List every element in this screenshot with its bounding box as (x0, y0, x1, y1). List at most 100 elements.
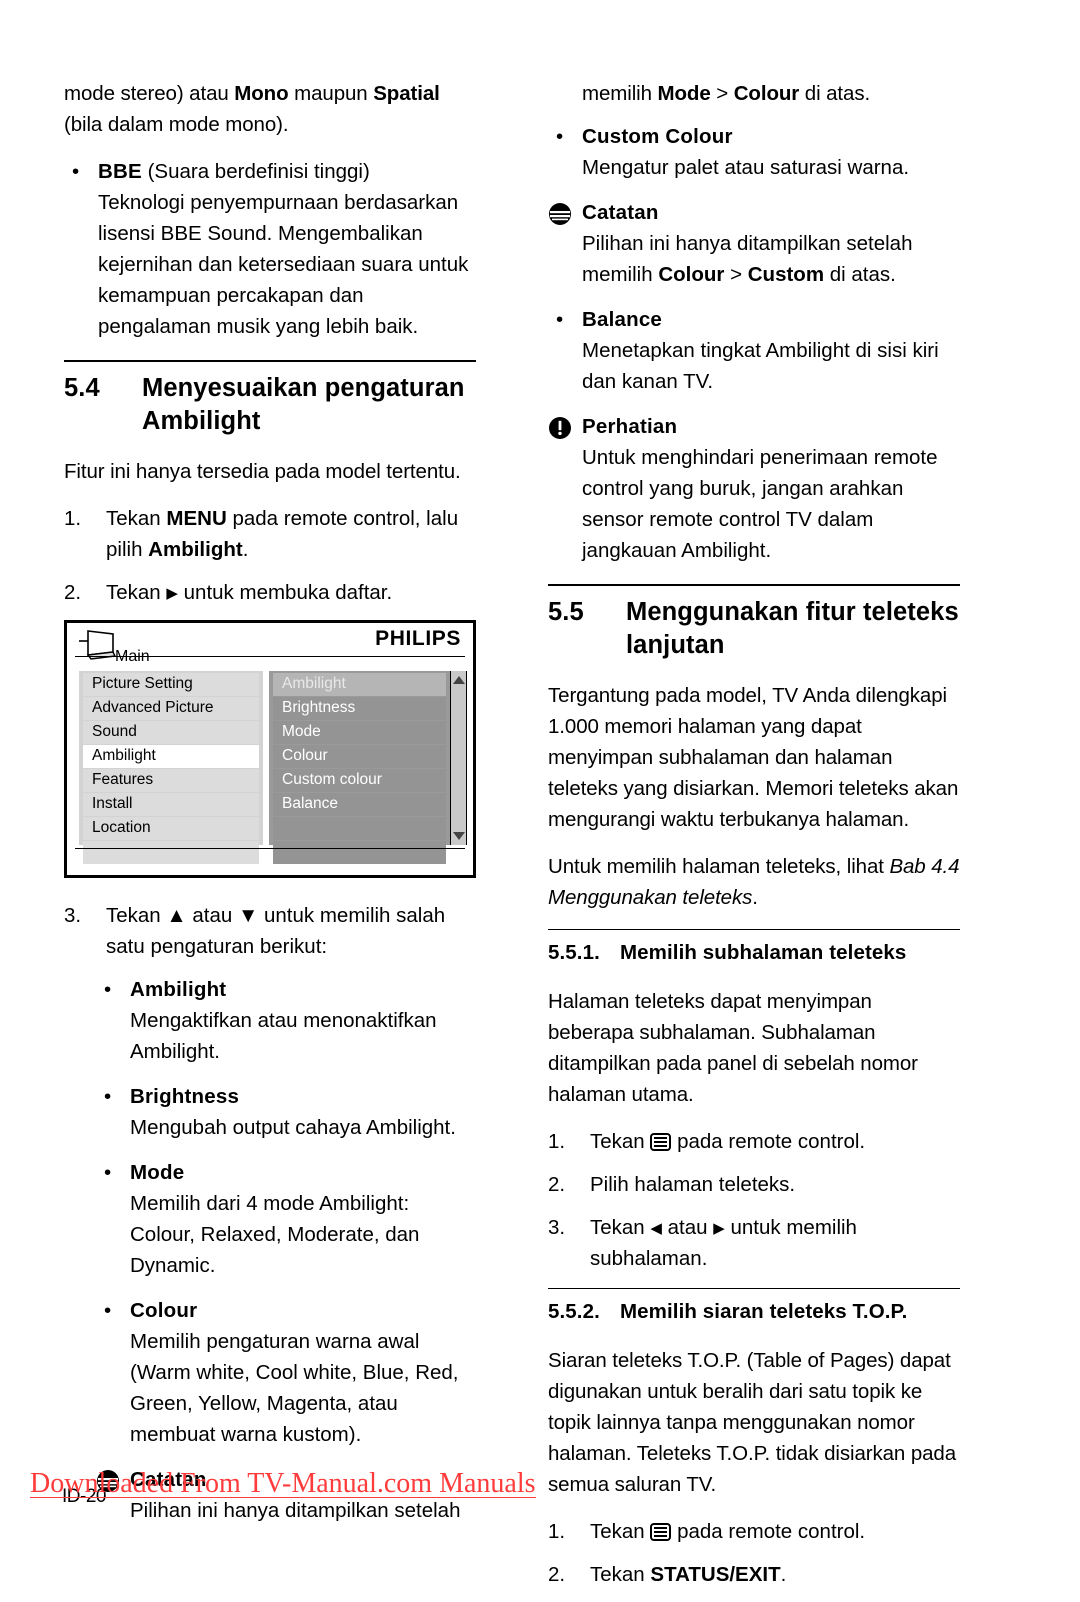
note-title: Catatan (582, 201, 659, 224)
osd-left-item-selected[interactable]: Ambilight (83, 745, 259, 768)
subsection-number: 5.5.2. (548, 1300, 600, 1323)
note-icon (549, 203, 571, 225)
osd-footer-bar (75, 848, 465, 870)
osd-left-item[interactable]: Sound (83, 721, 259, 744)
osd-right-item-empty (273, 817, 446, 840)
cont-bold-mono: Mono (234, 82, 289, 105)
osd-left-item[interactable]: Picture Setting (83, 673, 259, 696)
osd-right-item[interactable]: Balance (273, 793, 446, 816)
watermark-underline (30, 1497, 536, 1498)
setting-body: Mengubah output cahaya Ambilight. (130, 1116, 456, 1139)
setting-title: Ambilight (130, 978, 227, 1001)
bbe-body: Teknologi penyempurnaan berdasarkan lise… (98, 191, 469, 338)
settings-bullet-list: • Ambilight Mengaktifkan atau menonaktif… (64, 974, 476, 1526)
setting-balance: • Balance Menetapkan tingkat Ambilight d… (548, 304, 960, 397)
osd-right-item[interactable]: Custom colour (273, 769, 446, 792)
note-bold-custom: Custom (747, 263, 825, 286)
left-column: mode stereo) atau Mono maupun Spatial (b… (64, 78, 476, 1540)
bbe-bullet-block: • BBE (Suara berdefinisi tinggi) Teknolog… (64, 156, 476, 342)
osd-left-item[interactable]: Location (83, 817, 259, 840)
caution-block: Perhatian Untuk menghindari penerimaan r… (548, 411, 960, 566)
step-pre: Tekan (590, 1216, 651, 1239)
manual-page: mode stereo) atau Mono maupun Spatial (b… (0, 0, 1080, 1586)
bullet-dot-icon: • (104, 1161, 112, 1184)
step-1: 1. Tekan pada remote control. (548, 1126, 960, 1157)
step-post: pada remote control. (671, 1520, 866, 1543)
watermark-text: Downloaded From TV-Manual.com Manuals (30, 1468, 536, 1499)
step-number: 3. (64, 904, 82, 927)
setting-title: Mode (130, 1161, 185, 1184)
notecont-pre: memilih (582, 82, 658, 105)
step-3: 3. Tekan ◀ atau ▶ untuk memilih subhalama… (548, 1212, 960, 1274)
setting-title: Custom Colour (582, 125, 733, 148)
bullet-dot-icon: • (104, 1299, 112, 1322)
note-bold-colour: Colour (658, 263, 725, 286)
setting-brightness: • Brightness Mengubah output cahaya Ambi… (96, 1081, 476, 1143)
right-arrow-icon: ▶ (166, 585, 178, 602)
section-heading-55: 5.5 Menggunakan fitur teleteks lanjutan (548, 596, 960, 662)
bullet-dot-icon: • (72, 160, 80, 183)
step-number: 2. (548, 1563, 566, 1586)
step-pre: Tekan (590, 1520, 651, 1543)
osd-right-menu: Ambilight Brightness Mode Colour Custom … (269, 671, 450, 864)
caution-icon (549, 417, 571, 439)
scroll-down-arrow-icon[interactable] (452, 832, 465, 840)
osd-right-item[interactable]: Brightness (273, 697, 446, 720)
up-arrow-icon: ▲ (166, 904, 187, 927)
step-number: 2. (64, 581, 82, 604)
continued-paragraph: mode stereo) atau Mono maupun Spatial (b… (64, 78, 476, 140)
osd-body: Picture Setting Advanced Picture Sound A… (79, 671, 467, 864)
steps-list-54: 1. Tekan MENU pada remote control, lalu p… (64, 503, 476, 608)
setting-title: Colour (130, 1299, 198, 1322)
osd-left-item[interactable]: Features (83, 769, 259, 792)
ref-post: . (752, 886, 758, 909)
step-number: 2. (548, 1173, 566, 1196)
notecont-mid: > (710, 82, 734, 105)
cont-pre: mode stereo) atau (64, 82, 235, 105)
section-number: 5.4 (64, 374, 100, 402)
step-2: 2. Tekan ▶ untuk membuka daftar. (64, 577, 476, 608)
osd-right-item[interactable]: Colour (273, 745, 446, 768)
step-3: 3. Tekan ▲ atau ▼ untuk memilih salah sat… (64, 900, 476, 962)
step-2: 2. Pilih halaman teleteks. (548, 1169, 960, 1200)
osd-right-wrap: Ambilight Brightness Mode Colour Custom … (269, 671, 467, 864)
section-title: Menggunakan fitur teleteks lanjutan (626, 598, 959, 659)
osd-right-item-selected[interactable]: Ambilight (273, 673, 446, 696)
osd-scrollbar[interactable] (450, 671, 467, 845)
scroll-up-arrow-icon[interactable] (452, 676, 465, 684)
notecont-post: di atas. (799, 82, 871, 105)
section-title: Menyesuaikan pengaturan Ambilight (142, 374, 465, 435)
bullet-dot-icon: • (104, 1085, 112, 1108)
step-1: 1. Tekan pada remote control. (548, 1516, 960, 1547)
step2-pre: Tekan (106, 581, 167, 604)
step-1: 1. Tekan MENU pada remote control, lalu p… (64, 503, 476, 565)
osd-main-label: Main (115, 648, 150, 665)
setting-custom-colour: • Custom Colour Mengatur palet atau satu… (548, 121, 960, 183)
step3-pre: Tekan (106, 904, 167, 927)
step1-pre: Tekan (106, 507, 167, 530)
osd-left-menu: Picture Setting Advanced Picture Sound A… (79, 671, 263, 864)
subsection-heading-551: 5.5.1. Memilih subhalaman teleteks (548, 938, 960, 968)
osd-left-item[interactable]: Advanced Picture (83, 697, 259, 720)
step1-post: . (242, 538, 249, 561)
steps-list-552: 1. Tekan pada remote control. 2. Tekan STA… (548, 1516, 960, 1590)
setting-title: Brightness (130, 1085, 240, 1108)
notecont-bold-mode: Mode (657, 82, 711, 105)
section-rule-55 (548, 584, 960, 586)
subsection-rule-552 (548, 1288, 960, 1289)
tv-osd-menu-figure: PHILIPS Main Picture Setting Advanced Pi… (64, 620, 476, 878)
osd-left-item[interactable]: Install (83, 793, 259, 816)
step-post: pada remote control. (671, 1130, 866, 1153)
ref-pre: Untuk memilih halaman teleteks, lihat (548, 855, 890, 878)
subsection-title: Memilih siaran teleteks T.O.P. (620, 1300, 908, 1323)
down-arrow-icon: ▼ (238, 904, 259, 927)
cont-mid: maupun (288, 82, 374, 105)
bullet-dot-icon: • (556, 308, 564, 331)
setting-body: Mengatur palet atau saturasi warna. (582, 156, 910, 179)
subsection-551-body: Halaman teleteks dapat menyimpan beberap… (548, 990, 918, 1106)
cont-bold-spatial: Spatial (373, 82, 440, 105)
osd-header: PHILIPS Main (67, 623, 473, 671)
intro-paragraph: Fitur ini hanya tersedia pada model tert… (64, 460, 461, 483)
step1-bold-menu: MENU (166, 507, 227, 530)
osd-right-item[interactable]: Mode (273, 721, 446, 744)
